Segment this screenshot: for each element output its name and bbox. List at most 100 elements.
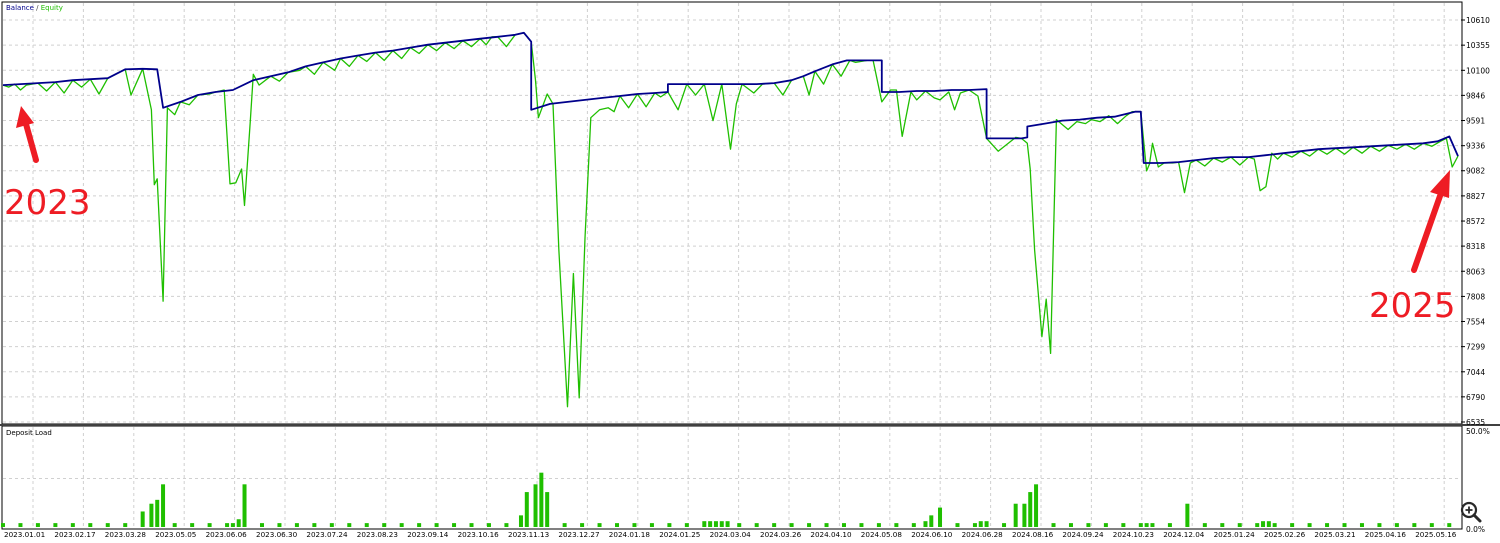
y-tick-label: 8063 bbox=[1466, 267, 1485, 276]
deposit-load-bar bbox=[1150, 523, 1155, 527]
deposit-load-y-label-min: 0.0% bbox=[1466, 525, 1485, 534]
deposit-load-bar bbox=[524, 492, 529, 527]
deposit-load-bar bbox=[1307, 523, 1312, 527]
x-tick-label: 2024.06.28 bbox=[962, 530, 1004, 539]
deposit-load-bar bbox=[1013, 503, 1018, 527]
deposit-load-bar bbox=[140, 511, 145, 527]
y-tick-label: 7808 bbox=[1466, 292, 1485, 301]
deposit-load-bar bbox=[452, 523, 457, 527]
trading-history-chart: 10610 10355 10100 9846 9591 9336 9082 8827 8572 8… bbox=[0, 0, 1500, 539]
legend: Balance / Equity bbox=[6, 4, 63, 12]
x-tick-label: 2023.09.14 bbox=[407, 530, 449, 539]
y-tick-label: 6535 bbox=[1466, 418, 1485, 427]
deposit-load-bar bbox=[807, 523, 812, 527]
deposit-load-bar bbox=[236, 519, 241, 527]
deposit-load-bar bbox=[1290, 523, 1295, 527]
deposit-load-bar bbox=[1185, 503, 1190, 527]
deposit-load-bar bbox=[1429, 523, 1434, 527]
x-tick-label: 2025.05.16 bbox=[1415, 530, 1457, 539]
deposit-load-bar bbox=[615, 523, 620, 527]
x-tick-label: 2024.10.23 bbox=[1113, 530, 1154, 539]
deposit-load-bar bbox=[859, 523, 864, 527]
deposit-load-bar bbox=[972, 523, 977, 527]
y-tick-label: 9846 bbox=[1466, 91, 1485, 100]
y-tick-label: 8572 bbox=[1466, 217, 1485, 226]
y-tick-label: 9336 bbox=[1466, 142, 1485, 151]
deposit-load-bar bbox=[1261, 521, 1266, 527]
x-tick-label: 2024.09.24 bbox=[1062, 530, 1104, 539]
deposit-load-bar bbox=[955, 523, 960, 527]
deposit-load-bar bbox=[230, 523, 235, 527]
deposit-load-bar bbox=[894, 523, 899, 527]
y-tick-label: 10610 bbox=[1466, 16, 1490, 25]
x-tick-label: 2024.12.04 bbox=[1163, 530, 1205, 539]
deposit-load-bar bbox=[754, 523, 759, 527]
x-tick-label: 2023.01.01 bbox=[4, 530, 45, 539]
deposit-load-bar bbox=[938, 507, 943, 527]
chart-canvas: 10610 10355 10100 9846 9591 9336 9082 8827 8572 8… bbox=[0, 0, 1500, 539]
deposit-load-bar bbox=[399, 523, 404, 527]
y-tick-label: 7044 bbox=[1466, 368, 1485, 377]
deposit-load-bar bbox=[1412, 523, 1417, 527]
x-tick-label: 2023.05.05 bbox=[155, 530, 196, 539]
deposit-load-bar bbox=[978, 521, 983, 527]
deposit-load-title: Deposit Load bbox=[6, 429, 52, 437]
x-tick-label: 2024.01.25 bbox=[659, 530, 700, 539]
y-tick-label: 10100 bbox=[1466, 66, 1490, 75]
deposit-load-bar bbox=[18, 523, 23, 527]
deposit-load-bar bbox=[772, 523, 777, 527]
y-tick-label: 7299 bbox=[1466, 343, 1485, 352]
deposit-load-bar bbox=[1220, 523, 1225, 527]
deposit-load-bar bbox=[1086, 523, 1091, 527]
deposit-load-bar bbox=[155, 499, 160, 527]
deposit-load-bar bbox=[1022, 503, 1027, 527]
x-tick-label: 2023.03.28 bbox=[105, 530, 147, 539]
x-tick-label: 2025.01.24 bbox=[1214, 530, 1256, 539]
deposit-load-bar bbox=[1202, 523, 1207, 527]
deposit-load-y-label-max: 50.0% bbox=[1466, 427, 1490, 436]
deposit-load-bar bbox=[719, 521, 724, 527]
y-tick-label: 8318 bbox=[1466, 242, 1485, 251]
deposit-load-bar bbox=[105, 523, 110, 527]
x-tick-label: 2023.06.30 bbox=[256, 530, 298, 539]
deposit-load-bar bbox=[533, 484, 538, 527]
x-tick-label: 2023.11.13 bbox=[508, 530, 549, 539]
deposit-load-bar bbox=[702, 521, 707, 527]
deposit-load-bar bbox=[1051, 523, 1056, 527]
deposit-load-bar bbox=[1325, 523, 1330, 527]
x-tick-label: 2025.02.26 bbox=[1264, 530, 1306, 539]
deposit-load-bar bbox=[364, 523, 369, 527]
deposit-load-bar bbox=[1359, 523, 1364, 527]
deposit-load-bar bbox=[789, 523, 794, 527]
x-tick-label: 2024.05.08 bbox=[861, 530, 903, 539]
x-tick-label: 2023.08.23 bbox=[357, 530, 398, 539]
legend-separator: / bbox=[34, 4, 41, 12]
deposit-load-bar bbox=[1103, 523, 1108, 527]
deposit-load-bar bbox=[737, 523, 742, 527]
deposit-load-bar bbox=[1167, 523, 1172, 527]
deposit-load-bar bbox=[684, 523, 689, 527]
deposit-load-bar bbox=[580, 523, 585, 527]
y-tick-label: 6790 bbox=[1466, 393, 1485, 402]
deposit-load-bar bbox=[1266, 521, 1271, 527]
y-tick-label: 10355 bbox=[1466, 41, 1490, 50]
deposit-load-bar bbox=[225, 523, 230, 527]
deposit-load-bar bbox=[207, 523, 212, 527]
y-tick-label: 9082 bbox=[1466, 167, 1485, 176]
deposit-load-bar bbox=[713, 521, 718, 527]
x-tick-label: 2023.06.06 bbox=[206, 530, 248, 539]
deposit-load-bar bbox=[53, 523, 58, 527]
deposit-load-bar bbox=[667, 523, 672, 527]
deposit-load-bar bbox=[294, 523, 299, 527]
y-tick-label: 9591 bbox=[1466, 117, 1485, 126]
deposit-load-bar bbox=[518, 515, 523, 527]
annotation-label-2023: 2023 bbox=[4, 183, 91, 223]
deposit-load-bar bbox=[347, 523, 352, 527]
deposit-load-bar bbox=[161, 484, 166, 527]
deposit-load-bar bbox=[312, 523, 317, 527]
deposit-load-bar bbox=[1255, 523, 1260, 527]
deposit-load-bar bbox=[1237, 523, 1242, 527]
deposit-load-bar bbox=[824, 523, 829, 527]
deposit-load-bar bbox=[172, 523, 177, 527]
x-tick-label: 2024.04.10 bbox=[810, 530, 852, 539]
